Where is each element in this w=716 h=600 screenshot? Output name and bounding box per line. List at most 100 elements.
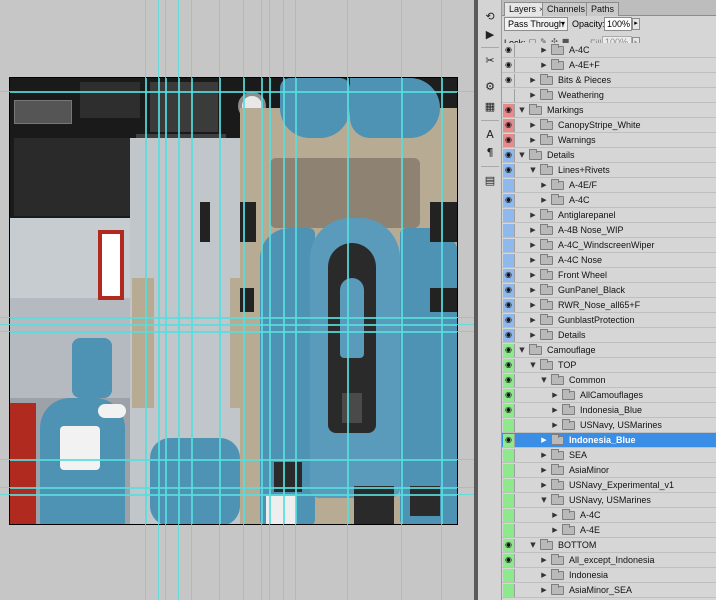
triangle-right-icon[interactable]: ▶ (529, 284, 537, 297)
layer-row[interactable]: ◉ ▶ A-4E+F (502, 58, 716, 73)
eye-icon[interactable] (503, 209, 515, 222)
layer-row[interactable]: ▶ A-4C Nose (502, 253, 716, 268)
eye-icon[interactable] (503, 449, 515, 462)
tool-presets-icon[interactable]: ✂ (482, 52, 498, 68)
eye-icon[interactable]: ◉ (503, 164, 515, 177)
triangle-right-icon[interactable]: ▶ (540, 44, 548, 57)
eye-icon[interactable]: ◉ (503, 134, 515, 147)
layer-row[interactable]: ◉ ▶ Details (502, 328, 716, 343)
layer-row[interactable]: ◉ ▶ GunblastProtection (502, 313, 716, 328)
document-workspace[interactable] (0, 0, 474, 600)
eye-icon[interactable]: ◉ (503, 359, 515, 372)
layer-row[interactable]: ▼ USNavy, USMarines (502, 493, 716, 508)
eye-icon[interactable]: ◉ (503, 434, 515, 447)
layer-row[interactable]: ▶ A-4B Nose_WIP (502, 223, 716, 238)
layer-row[interactable]: ◉ ▶ RWR_Nose_all65+F (502, 298, 716, 313)
eye-icon[interactable] (503, 524, 515, 537)
triangle-right-icon[interactable]: ▶ (529, 299, 537, 312)
triangle-right-icon[interactable]: ▶ (529, 254, 537, 267)
layer-row[interactable]: ◉ ▶ CanopyStripe_White (502, 118, 716, 133)
actions-icon[interactable]: ▶ (482, 26, 498, 42)
eye-icon[interactable]: ◉ (503, 59, 515, 72)
triangle-right-icon[interactable]: ▶ (540, 554, 548, 567)
clone-source-icon[interactable]: ⚙ (482, 78, 498, 94)
triangle-down-icon[interactable]: ▼ (540, 494, 548, 507)
triangle-down-icon[interactable]: ▼ (529, 359, 537, 372)
triangle-right-icon[interactable]: ▶ (540, 449, 548, 462)
layer-row[interactable]: ◉ ▼ BOTTOM (502, 538, 716, 553)
eye-icon[interactable]: ◉ (503, 299, 515, 312)
triangle-down-icon[interactable]: ▼ (518, 104, 526, 117)
triangle-right-icon[interactable]: ▶ (540, 464, 548, 477)
eye-icon[interactable] (503, 224, 515, 237)
eye-icon[interactable]: ◉ (503, 284, 515, 297)
eye-icon[interactable]: ◉ (503, 194, 515, 207)
layer-row[interactable]: ◉ ▶ Front Wheel (502, 268, 716, 283)
eye-icon[interactable] (503, 179, 515, 192)
eye-icon[interactable]: ◉ (503, 269, 515, 282)
layer-row[interactable]: ▶ A-4C_WindscreenWiper (502, 238, 716, 253)
eye-icon[interactable] (503, 494, 515, 507)
eye-icon[interactable] (503, 89, 515, 102)
layer-row[interactable]: ◉ ▶ Bits & Pieces (502, 73, 716, 88)
triangle-right-icon[interactable]: ▶ (529, 119, 537, 132)
tab-paths[interactable]: Paths (586, 2, 620, 16)
triangle-right-icon[interactable]: ▶ (529, 329, 537, 342)
layers-list[interactable]: ◉ ▶ A-4C ◉ ▶ A-4E+F ◉ ▶ Bits & Pieces ▶ Weathering… (502, 43, 716, 600)
triangle-right-icon[interactable]: ▶ (540, 434, 548, 447)
triangle-right-icon[interactable]: ▶ (529, 89, 537, 102)
eye-icon[interactable]: ◉ (503, 74, 515, 87)
eye-icon[interactable] (503, 419, 515, 432)
triangle-down-icon[interactable]: ▼ (518, 149, 526, 162)
triangle-right-icon[interactable]: ▶ (540, 569, 548, 582)
triangle-right-icon[interactable]: ▶ (551, 419, 559, 432)
layer-row[interactable]: ◉ ▼ Lines+Rivets (502, 163, 716, 178)
eye-icon[interactable]: ◉ (503, 389, 515, 402)
layer-row[interactable]: ◉ ▼ Markings (502, 103, 716, 118)
layer-row[interactable]: ▶ Antiglarepanel (502, 208, 716, 223)
layer-row[interactable]: ▶ USNavy, USMarines (502, 418, 716, 433)
eye-icon[interactable]: ◉ (503, 539, 515, 552)
eye-icon[interactable]: ◉ (503, 404, 515, 417)
layer-row[interactable]: ◉ ▼ TOP (502, 358, 716, 373)
layer-row[interactable]: ▶ A-4E/F (502, 178, 716, 193)
layer-row[interactable]: ◉ ▶ A-4C (502, 193, 716, 208)
layer-row[interactable]: ▶ A-4E (502, 523, 716, 538)
layer-row[interactable]: ▶ A-4C (502, 508, 716, 523)
layer-row[interactable]: ▶ AsiaMinor_SEA (502, 583, 716, 598)
triangle-right-icon[interactable]: ▶ (540, 479, 548, 492)
layer-row[interactable]: ▶ AsiaMinor (502, 463, 716, 478)
eye-icon[interactable]: ◉ (503, 554, 515, 567)
eye-icon[interactable] (503, 569, 515, 582)
layer-row[interactable]: ▶ SEA (502, 448, 716, 463)
opacity-input[interactable]: 100% (604, 17, 632, 31)
layer-row[interactable]: ◉ ▶ A-4C (502, 43, 716, 58)
triangle-right-icon[interactable]: ▶ (529, 269, 537, 282)
triangle-right-icon[interactable]: ▶ (551, 404, 559, 417)
triangle-right-icon[interactable]: ▶ (540, 179, 548, 192)
triangle-down-icon[interactable]: ▼ (529, 164, 537, 177)
triangle-right-icon[interactable]: ▶ (540, 194, 548, 207)
triangle-right-icon[interactable]: ▶ (529, 74, 537, 87)
triangle-down-icon[interactable]: ▼ (529, 539, 537, 552)
triangle-right-icon[interactable]: ▶ (540, 584, 548, 597)
triangle-right-icon[interactable]: ▶ (551, 509, 559, 522)
triangle-down-icon[interactable]: ▼ (518, 344, 526, 357)
blend-mode-select[interactable]: Pass Through ▾ (504, 17, 568, 31)
history-icon[interactable]: ⟲ (482, 8, 498, 24)
layer-row[interactable]: ▶ USNavy_Experimental_v1 (502, 478, 716, 493)
eye-icon[interactable]: ◉ (503, 374, 515, 387)
layer-row[interactable]: ◉ ▶ AllCamouflages (502, 388, 716, 403)
tab-channels[interactable]: Channels (542, 2, 591, 16)
eye-icon[interactable]: ◉ (503, 104, 515, 117)
eye-icon[interactable] (503, 509, 515, 522)
triangle-right-icon[interactable]: ▶ (540, 59, 548, 72)
layer-row[interactable]: ▶ Weathering (502, 88, 716, 103)
layer-row[interactable]: ◉ ▼ Common (502, 373, 716, 388)
triangle-right-icon[interactable]: ▶ (551, 389, 559, 402)
triangle-down-icon[interactable]: ▼ (540, 374, 548, 387)
layer-row[interactable]: ◉ ▶ All_except_Indonesia (502, 553, 716, 568)
eye-icon[interactable] (503, 479, 515, 492)
layer-row[interactable]: ◉ ▼ Camouflage (502, 343, 716, 358)
triangle-right-icon[interactable]: ▶ (529, 314, 537, 327)
